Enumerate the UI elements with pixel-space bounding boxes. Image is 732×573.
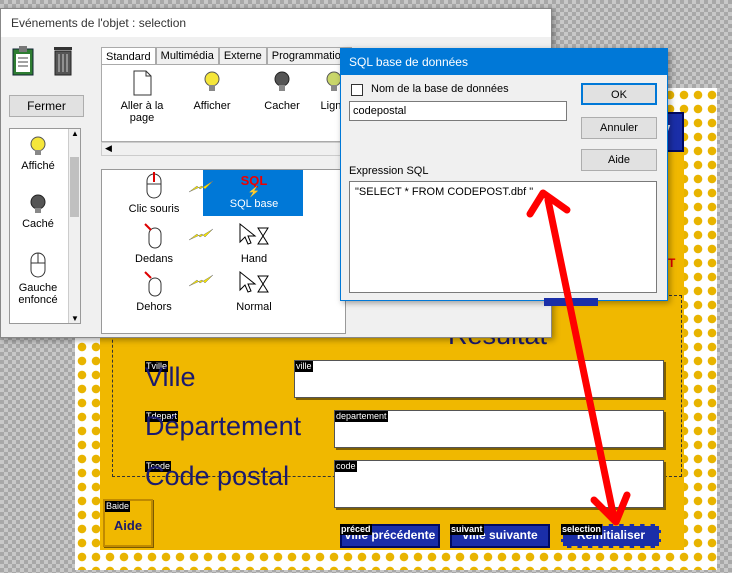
departement-label: Département [145,411,302,441]
ville-field[interactable]: ville [294,360,664,398]
condition-list-scrollbar[interactable]: ▲ ▼ [68,129,80,323]
db-name-input[interactable]: codepostal [349,101,567,121]
clipboard-icon[interactable] [11,45,35,77]
lightning-icon [187,180,215,199]
side-item-gauche[interactable]: Gauche enfoncé [10,251,66,306]
code-postal-label: Code postal [145,461,290,491]
ville-label: Ville [145,362,196,392]
mouse-outside-icon [144,271,162,297]
sql-bolt-icon: ⚡ [247,187,261,198]
cancel-button[interactable]: Annuler [581,117,657,139]
condition-list: Affiché Caché Gauche enfoncé ▲ ▼ [9,128,81,324]
sql-expression-label: Expression SQL [349,165,429,177]
event-inside[interactable]: Dedans [124,222,184,265]
action-hide[interactable]: Cacher [252,69,312,112]
aide-button[interactable]: Baide Aide [103,499,153,547]
cursor-hourglass-icon [239,270,269,293]
event-normal[interactable]: Normal [224,270,284,313]
lightning-icon [187,274,215,293]
hidden-button-edge [544,298,598,306]
trash-icon[interactable] [51,45,75,77]
side-marker: T [668,256,676,270]
aide-tag: Baide [105,501,131,512]
scrollbar-thumb[interactable] [70,157,79,217]
scroll-up-icon[interactable]: ▲ [71,129,79,138]
tab-multimedia[interactable]: Multimédia [155,47,219,65]
scroll-down-icon[interactable]: ▼ [71,314,79,323]
event-sql-base[interactable]: SQL ⚡ SQL base [214,174,294,210]
next-city-button[interactable]: suivant ville suivante [450,524,550,548]
mouse-left-icon [30,252,46,278]
event-hand[interactable]: Hand [224,222,284,265]
sel-tag: selection [561,524,603,535]
sql-dialog: SQL base de données Nom de la base de do… [340,48,668,301]
sql-icon: SQL [240,173,268,188]
action-goto-page[interactable]: Aller à la page [112,69,172,124]
bulb-off-icon [274,71,290,91]
side-item-affiche[interactable]: Affiché [10,135,66,172]
lightning-icon [187,228,215,247]
scroll-left-icon[interactable]: ◀ [105,143,112,154]
close-button[interactable]: Fermer [9,95,84,117]
events-list: Clic souris SQL ⚡ SQL base Dedans Hand D… [101,169,346,334]
mouse-click-icon [146,172,162,199]
departement-field-tag: departement [335,411,388,422]
cursor-hourglass-icon [239,222,269,245]
side-item-cache[interactable]: Caché [10,193,66,230]
action-hscrollbar[interactable]: ◀ [101,142,346,156]
bulb-on-icon [204,71,220,91]
db-name-checkbox-label: Nom de la base de données [371,83,509,95]
event-outside[interactable]: Dehors [124,270,184,313]
tab-externe[interactable]: Externe [218,47,267,65]
action-show[interactable]: Afficher [182,69,242,112]
tab-strip: Standard Multimédia Externe Programmatio… [101,47,352,65]
sql-dialog-titlebar: SQL base de données [341,49,667,75]
code-field-tag: code [335,461,357,472]
help-button[interactable]: Aide [581,149,657,171]
bulb-on-icon [30,136,46,155]
next-tag: suivant [450,524,484,535]
sql-expression-textarea[interactable]: "SELECT * FROM CODEPOST.dbf " [349,181,657,293]
mouse-inside-icon [144,223,162,249]
bulb-off-icon [30,194,46,213]
ville-field-tag: ville [295,361,313,372]
ok-button[interactable]: OK [581,83,657,105]
prev-tag: préced [340,524,372,535]
prev-city-button[interactable]: préced ville précédente [340,524,440,548]
events-window-titlebar: Evénements de l'objet : selection [1,9,551,37]
tab-standard[interactable]: Standard [101,47,156,65]
departement-field[interactable]: departement [334,410,664,448]
db-name-checkbox[interactable] [351,84,363,96]
action-toolbar: Aller à la page Afficher Cacher Ligne [101,64,347,142]
reset-button[interactable]: selection Réinitialiser [561,524,661,548]
page-icon [133,70,152,96]
event-click[interactable]: Clic souris [124,172,184,215]
code-field[interactable]: code [334,460,664,508]
aide-label: Aide [113,518,143,533]
